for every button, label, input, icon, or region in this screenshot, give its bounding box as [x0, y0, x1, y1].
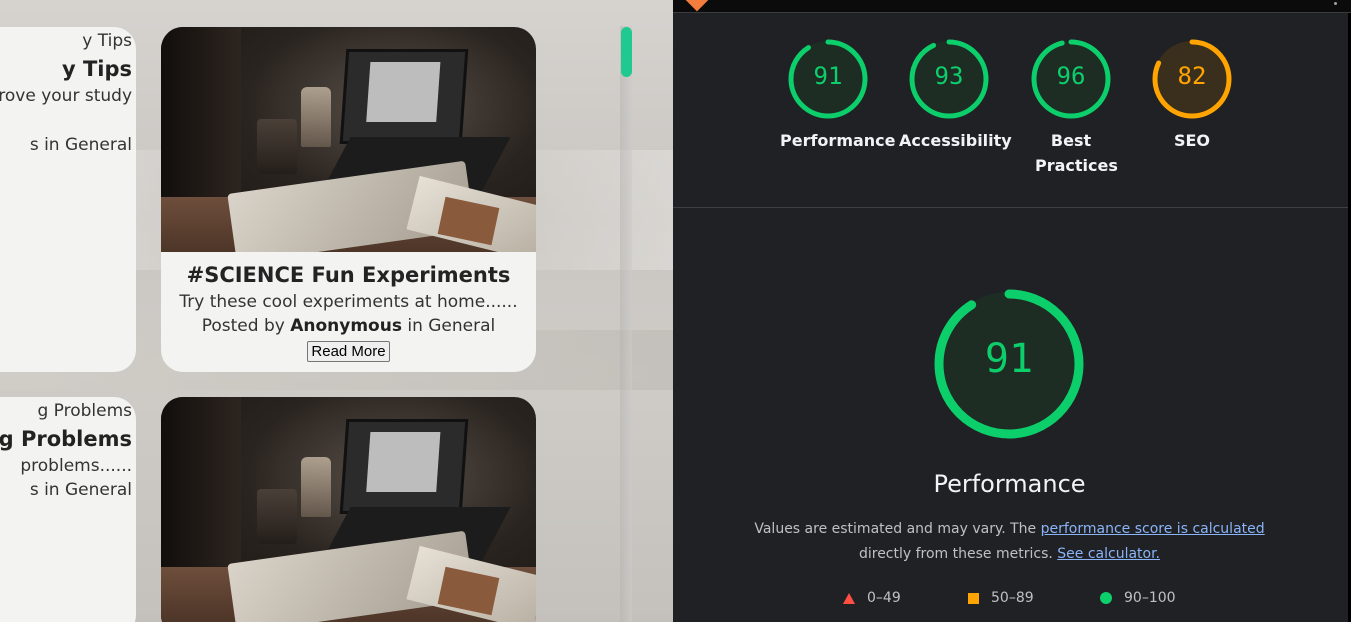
card-title: #SCIENCE Fun Experiments [186, 263, 511, 287]
note-text: Values are estimated and may vary. The [754, 521, 1037, 537]
score-value: 91 [813, 62, 843, 90]
score-value: 82 [1177, 62, 1207, 90]
lighthouse-panel: 91 Performance 93 Accessibility 96 Best … [673, 0, 1351, 622]
legend-range: 50–89 [991, 590, 1034, 606]
scrollbar-thumb[interactable] [621, 27, 632, 77]
blog-card[interactable]: y Tips y Tips rove your study s in Gener… [0, 27, 136, 372]
card-posted: Posted by Anonymous in General [161, 316, 536, 336]
score-gauge-accessibility[interactable]: 93 Accessibility [899, 38, 1012, 153]
score-label: Best Practices [1035, 131, 1118, 175]
circle-icon [1100, 592, 1112, 604]
card-title: y Tips [61, 57, 132, 81]
card-image [161, 27, 536, 252]
main-score-title: Performance [933, 470, 1086, 498]
card-image [161, 397, 536, 622]
card-posted: s in General [29, 480, 132, 500]
card-description: problems...... [20, 456, 132, 476]
legend-range: 0–49 [867, 590, 901, 606]
posted-prefix: Posted by [201, 316, 285, 336]
score-gauge-best-practices[interactable]: 96 Best Practices [1025, 38, 1118, 178]
scrollbar-track[interactable] [620, 26, 632, 622]
score-label: Accessibility [899, 131, 1012, 150]
legend-fail: 0–49 [843, 590, 901, 606]
triangle-icon [843, 592, 855, 604]
lighthouse-logo-icon [685, 0, 709, 12]
card-author: Anonymous [290, 316, 402, 336]
card-posted: s in General [29, 135, 132, 155]
score-gauge-performance[interactable]: 91 Performance [780, 38, 896, 153]
card-title: g Problems [0, 427, 132, 451]
performance-score-link[interactable]: performance score is calculated [1041, 521, 1265, 537]
score-note-line-1: Values are estimated and may vary. The p… [673, 521, 1346, 537]
score-note-line-2: directly from these metrics. See calcula… [673, 546, 1346, 562]
legend-range: 90–100 [1124, 590, 1176, 606]
main-score-value: 91 [984, 336, 1034, 382]
more-options-icon[interactable] [1334, 2, 1337, 5]
main-score-gauge: 91 [931, 286, 1087, 447]
note-text: directly from these metrics. [858, 546, 1053, 562]
score-value: 93 [934, 62, 964, 90]
score-value: 96 [1056, 62, 1086, 90]
posted-suffix: in General [407, 316, 496, 336]
blog-page: y Tips y Tips rove your study s in Gener… [0, 0, 673, 622]
report-topbar [673, 0, 1351, 13]
see-calculator-link[interactable]: See calculator. [1057, 546, 1160, 562]
score-label: SEO [1173, 131, 1211, 150]
section-divider [673, 207, 1348, 208]
card-tag: y Tips [82, 31, 132, 51]
score-label: Performance [780, 131, 896, 150]
legend-pass: 90–100 [1100, 590, 1176, 606]
blog-card[interactable]: g Problems g Problems problems...... s i… [0, 397, 136, 622]
card-description: Try these cool experiments at home...... [179, 292, 518, 312]
read-more-button[interactable]: Read More [307, 341, 390, 362]
card-tag: g Problems [37, 401, 132, 421]
legend-average: 50–89 [968, 590, 1034, 606]
blog-card[interactable] [161, 397, 536, 622]
card-description: rove your study [0, 86, 132, 106]
square-icon [968, 592, 979, 604]
blog-card[interactable]: #SCIENCE Fun Experiments Try these cool … [161, 27, 536, 372]
score-gauge-seo[interactable]: 82 SEO [1146, 38, 1238, 153]
